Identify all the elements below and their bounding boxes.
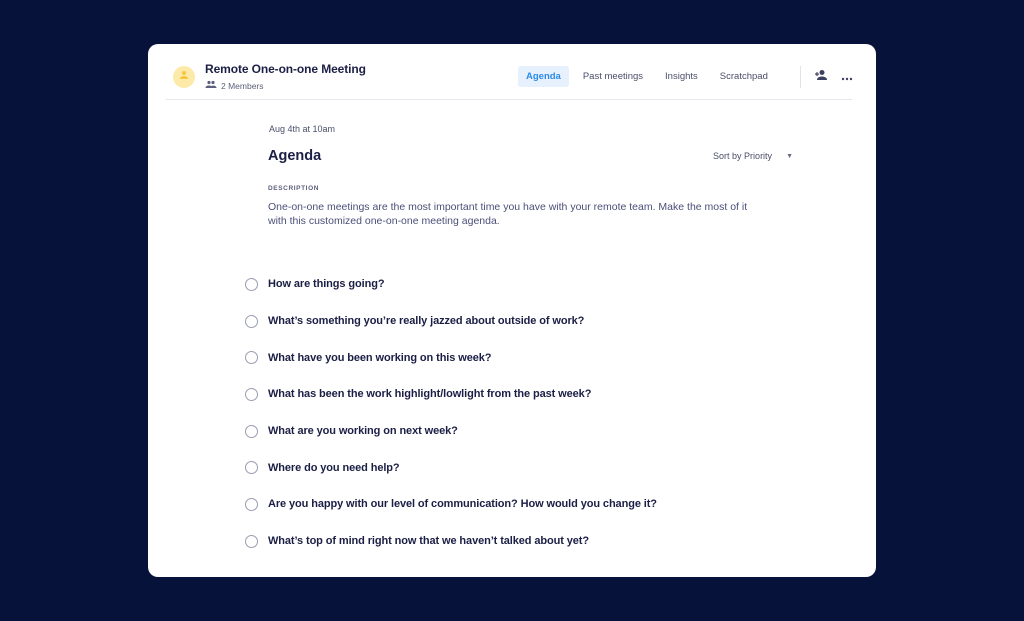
person-icon: [178, 68, 190, 86]
agenda-item-text[interactable]: What’s top of mind right now that we hav…: [268, 535, 589, 547]
people-icon: [205, 80, 217, 91]
meeting-header: Remote One-on-one Meeting 2 Members Agen…: [166, 44, 855, 100]
tab-insights[interactable]: Insights: [657, 66, 706, 87]
more-options-button[interactable]: [839, 69, 855, 85]
agenda-items-list: How are things going? What’s something y…: [245, 266, 657, 560]
meeting-title: Remote One-on-one Meeting: [205, 62, 366, 76]
meeting-tabs: Agenda Past meetings Insights Scratchpad: [518, 66, 782, 87]
tab-agenda[interactable]: Agenda: [518, 66, 569, 87]
agenda-item-text[interactable]: What are you working on next week?: [268, 425, 458, 437]
members-count[interactable]: 2 Members: [205, 80, 264, 91]
meeting-date: Aug 4th at 10am: [269, 124, 336, 134]
more-horizontal-icon: [841, 68, 853, 86]
agenda-item: What have you been working on this week?: [245, 339, 657, 376]
tab-scratchpad[interactable]: Scratchpad: [712, 66, 776, 87]
agenda-item-checkbox[interactable]: [245, 314, 258, 328]
agenda-item-text[interactable]: Where do you need help?: [268, 462, 400, 474]
description-text: One-on-one meetings are the most importa…: [268, 201, 748, 227]
agenda-item-text[interactable]: What has been the work highlight/lowligh…: [268, 388, 591, 400]
agenda-item-checkbox[interactable]: [245, 277, 258, 291]
agenda-title: Agenda: [268, 148, 322, 164]
header-divider: [800, 66, 801, 88]
agenda-item-text[interactable]: What have you been working on this week?: [268, 352, 491, 364]
agenda-item-checkbox[interactable]: [245, 497, 258, 511]
agenda-item: Where do you need help?: [245, 449, 657, 486]
agenda-item-checkbox[interactable]: [245, 534, 258, 548]
agenda-item-checkbox[interactable]: [245, 387, 258, 401]
agenda-item: Are you happy with our level of communic…: [245, 486, 657, 523]
agenda-item-checkbox[interactable]: [245, 461, 258, 475]
tab-past-meetings[interactable]: Past meetings: [575, 66, 651, 87]
add-member-button[interactable]: [813, 69, 829, 85]
agenda-item-text[interactable]: How are things going?: [268, 278, 385, 290]
meeting-avatar: [173, 66, 195, 88]
agenda-item: What are you working on next week?: [245, 413, 657, 450]
person-add-icon: [814, 68, 828, 86]
agenda-heading-row: Agenda Sort by Priority ▼: [268, 148, 798, 164]
agenda-item-text[interactable]: Are you happy with our level of communic…: [268, 498, 657, 510]
meeting-card: Remote One-on-one Meeting 2 Members Agen…: [148, 44, 876, 577]
agenda-item-checkbox[interactable]: [245, 424, 258, 438]
agenda-content: Aug 4th at 10am Agenda Sort by Priority …: [268, 124, 798, 228]
agenda-item: How are things going?: [245, 266, 657, 303]
sort-dropdown[interactable]: Sort by Priority ▼: [713, 151, 793, 161]
members-label: 2 Members: [221, 80, 264, 91]
agenda-item: What’s something you’re really jazzed ab…: [245, 303, 657, 340]
description-label: DESCRIPTION: [268, 185, 320, 192]
agenda-item-text[interactable]: What’s something you’re really jazzed ab…: [268, 315, 584, 327]
sort-label: Sort by Priority: [713, 151, 773, 161]
agenda-item: What’s top of mind right now that we hav…: [245, 523, 657, 560]
agenda-item-checkbox[interactable]: [245, 351, 258, 365]
chevron-down-icon: ▼: [786, 152, 793, 160]
agenda-item: What has been the work highlight/lowligh…: [245, 376, 657, 413]
